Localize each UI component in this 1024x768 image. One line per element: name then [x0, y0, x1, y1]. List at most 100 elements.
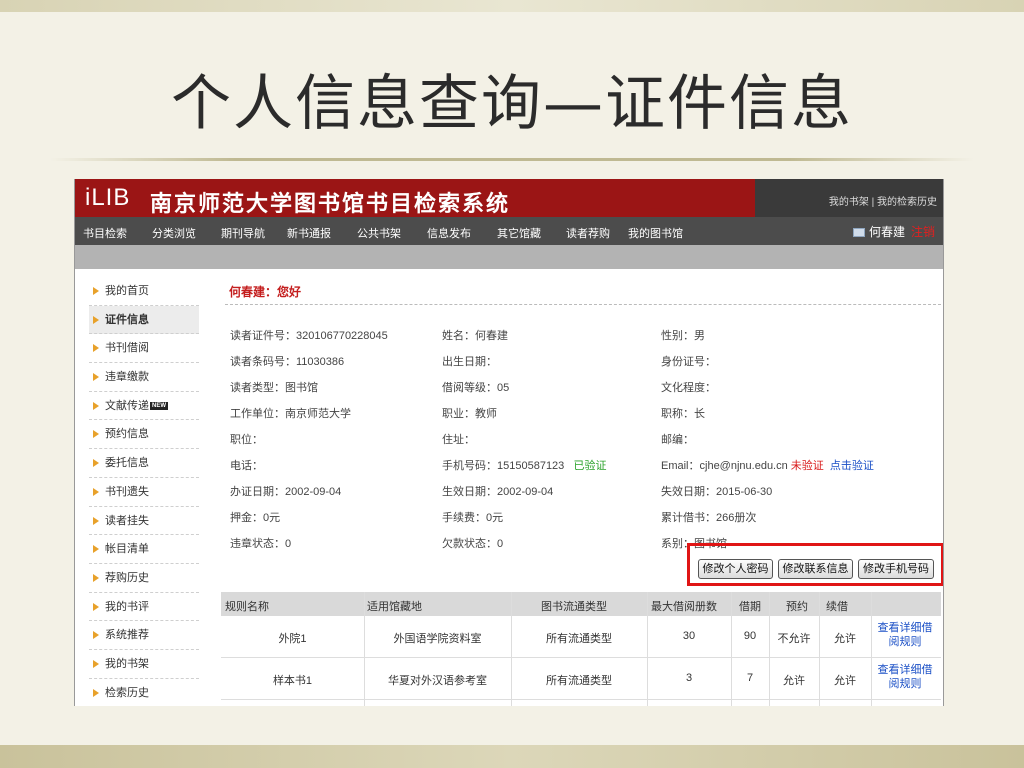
table-divider — [731, 592, 732, 706]
sidebar-item-search-history[interactable]: 检索历史 — [89, 679, 199, 706]
education: 文化程度： — [661, 382, 716, 394]
nav-item[interactable]: 读者荐购 — [566, 225, 610, 241]
sidebar-item-report-lost-card[interactable]: 读者挂失 — [89, 507, 199, 536]
table-divider — [511, 592, 512, 706]
nav-item[interactable]: 我的图书馆 — [628, 225, 683, 241]
sub-bar — [75, 245, 943, 269]
sidebar-item-delegations[interactable]: 委托信息 — [89, 449, 199, 478]
position: 职位： — [230, 434, 263, 446]
issue-date: 办证日期：2002-09-04 — [230, 486, 342, 498]
col-renew: 续借 — [826, 601, 848, 613]
slide-top-band — [0, 0, 1024, 12]
nav-item[interactable]: 分类浏览 — [152, 225, 196, 241]
table-divider — [364, 592, 365, 706]
arrow-icon — [93, 631, 99, 640]
sidebar-item-home[interactable]: 我的首页 — [89, 277, 199, 306]
nav-item[interactable]: 其它馆藏 — [497, 225, 541, 241]
name: 姓名：何春建 — [442, 330, 508, 342]
sidebar-item-fines[interactable]: 违章缴款 — [89, 363, 199, 392]
mobile: 手机号码：15150587123 已验证 — [442, 460, 607, 472]
email-unverified-badge: 未验证 — [790, 460, 824, 472]
nav-item[interactable]: 新书通报 — [287, 225, 331, 241]
arrow-icon — [93, 688, 99, 697]
borrow-level: 借阅等级：05 — [442, 382, 510, 394]
total-borrowed: 累计借书：266册次 — [661, 512, 757, 524]
arrow-icon — [93, 315, 99, 324]
table-row: 外院1 外国语学院资料室 所有流通类型 30 90 不允许 允许 查看详细借阅规… — [221, 616, 941, 658]
violation-status: 违章状态：0 — [230, 538, 292, 550]
work-unit: 工作单位：南京师范大学 — [230, 408, 351, 420]
greeting-divider — [225, 304, 941, 305]
site-header: iLIB 南京师范大学图书馆书目检索系统 我的书架 | 我的检索历史 — [75, 179, 943, 217]
arrow-icon — [93, 430, 99, 439]
col-reserve: 预约 — [786, 601, 808, 613]
birth-date: 出生日期： — [442, 356, 497, 368]
sidebar-item-account-list[interactable]: 帐目清单 — [89, 535, 199, 564]
arrow-icon — [93, 459, 99, 468]
rules-table-header: 规则名称 适用馆藏地 图书流通类型 最大借阅册数 借期 预约 续借 — [221, 592, 941, 616]
verify-email-link[interactable]: 点击验证 — [830, 460, 874, 472]
new-badge: NEW — [150, 401, 168, 410]
card-number: 读者证件号：320106770228045 — [230, 330, 388, 342]
effective-date: 生效日期：2002-09-04 — [442, 486, 554, 498]
arrow-icon — [93, 573, 99, 582]
deposit: 押金：0元 — [230, 512, 281, 524]
rule-detail-link[interactable]: 查看详细借阅规则 — [873, 663, 937, 691]
title-divider — [50, 158, 974, 161]
ilib-logo: iLIB — [85, 184, 131, 211]
table-divider — [647, 592, 648, 706]
slide-bottom-band — [0, 745, 1024, 768]
change-password-button[interactable]: 修改个人密码 — [698, 559, 773, 579]
top-links[interactable]: 我的书架 | 我的检索历史 — [755, 179, 943, 217]
table-divider — [819, 592, 820, 706]
sidebar-item-recommendations[interactable]: 系统推荐 — [89, 621, 199, 650]
sidebar-item-purchase-history[interactable]: 荐购历史 — [89, 564, 199, 593]
sidebar-item-lost-books[interactable]: 书刊遗失 — [89, 478, 199, 507]
arrow-icon — [93, 373, 99, 382]
table-divider — [871, 592, 872, 706]
slide-title: 个人信息查询—证件信息 — [171, 69, 853, 139]
nav-item[interactable]: 期刊导航 — [221, 225, 265, 241]
arrow-icon — [93, 401, 99, 410]
gender: 性别：男 — [661, 330, 705, 342]
nav-item[interactable]: 公共书架 — [357, 225, 401, 241]
site-name: 南京师范大学图书馆书目检索系统 — [150, 191, 511, 217]
arrow-icon — [93, 545, 99, 554]
email: Email：cjhe@njnu.edu.cn 未验证 点击验证 — [661, 460, 874, 472]
postcode: 邮编： — [661, 434, 694, 446]
sidebar-item-document-delivery[interactable]: 文献传递 NEW — [89, 392, 199, 421]
occupation: 职业：教师 — [442, 408, 497, 420]
main-nav: 书目检索 分类浏览 期刊导航 新书通报 公共书架 信息发布 其它馆藏 读者荐购 … — [75, 217, 943, 245]
nav-item[interactable]: 信息发布 — [427, 225, 471, 241]
user-name: 何春建 — [868, 225, 905, 239]
title: 职称：长 — [661, 408, 705, 420]
col-rule-name: 规则名称 — [225, 601, 269, 613]
sidebar-item-book-reviews[interactable]: 我的书评 — [89, 593, 199, 622]
change-contact-button[interactable]: 修改联系信息 — [778, 559, 853, 579]
sidebar-item-borrowing[interactable]: 书刊借阅 — [89, 334, 199, 364]
fee: 手续费：0元 — [442, 512, 504, 524]
arrow-icon — [93, 602, 99, 611]
reader-type: 读者类型：图书馆 — [230, 382, 318, 394]
nav-item[interactable]: 书目检索 — [83, 225, 127, 241]
user-area: 何春建 注销 — [852, 223, 935, 240]
debt-status: 欠款状态：0 — [442, 538, 504, 550]
sidebar-item-reservations[interactable]: 预约信息 — [89, 420, 199, 450]
address: 住址： — [442, 434, 475, 446]
table-row: 样本书1 华夏对外汉语参考室 所有流通类型 3 7 允许 允许 查看详细借阅规则 — [221, 658, 941, 700]
arrow-icon — [93, 659, 99, 668]
mail-icon[interactable] — [852, 228, 865, 238]
sidebar-item-card-info[interactable]: 证件信息 — [89, 305, 199, 335]
arrow-icon — [93, 487, 99, 496]
sidebar-item-bookshelf[interactable]: 我的书架 — [89, 650, 199, 679]
col-max-books: 最大借阅册数 — [651, 601, 717, 613]
library-screenshot: iLIB 南京师范大学图书馆书目检索系统 我的书架 | 我的检索历史 书目检索 … — [74, 179, 944, 706]
arrow-icon — [93, 344, 99, 353]
arrow-icon — [93, 516, 99, 525]
logout-link[interactable]: 注销 — [911, 225, 935, 239]
expiry-date: 失效日期：2015-06-30 — [661, 486, 773, 498]
rule-detail-link[interactable]: 查看详细借阅规则 — [873, 621, 937, 649]
col-loan-period: 借期 — [739, 601, 761, 613]
change-phone-button[interactable]: 修改手机号码 — [858, 559, 934, 579]
telephone: 电话： — [230, 460, 263, 472]
